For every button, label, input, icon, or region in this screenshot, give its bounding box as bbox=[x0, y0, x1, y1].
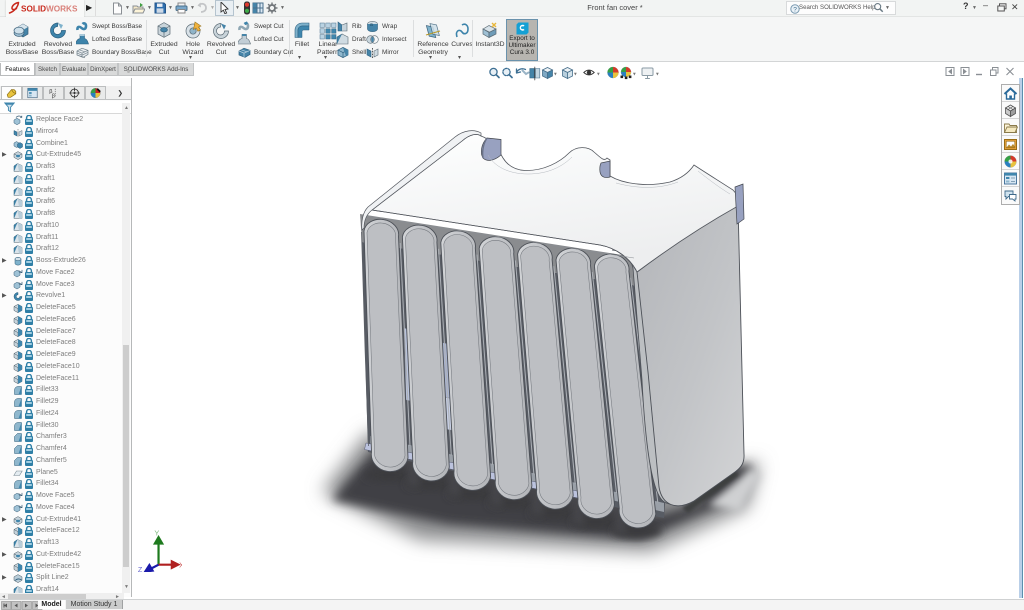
svg-text:▾: ▾ bbox=[656, 72, 659, 78]
svg-text:▾: ▾ bbox=[597, 72, 600, 78]
svg-text:Z: Z bbox=[138, 565, 143, 572]
svg-text:▾: ▾ bbox=[554, 72, 557, 78]
svg-text:X: X bbox=[179, 560, 182, 569]
svg-text:▾: ▾ bbox=[633, 72, 636, 78]
svg-text:a: a bbox=[370, 22, 373, 28]
svg-text:▾: ▾ bbox=[574, 72, 577, 78]
svg-text:SOLIDWORKS: SOLIDWORKS bbox=[21, 5, 78, 14]
svg-text:?: ? bbox=[793, 6, 797, 13]
svg-text:β: β bbox=[52, 93, 55, 99]
